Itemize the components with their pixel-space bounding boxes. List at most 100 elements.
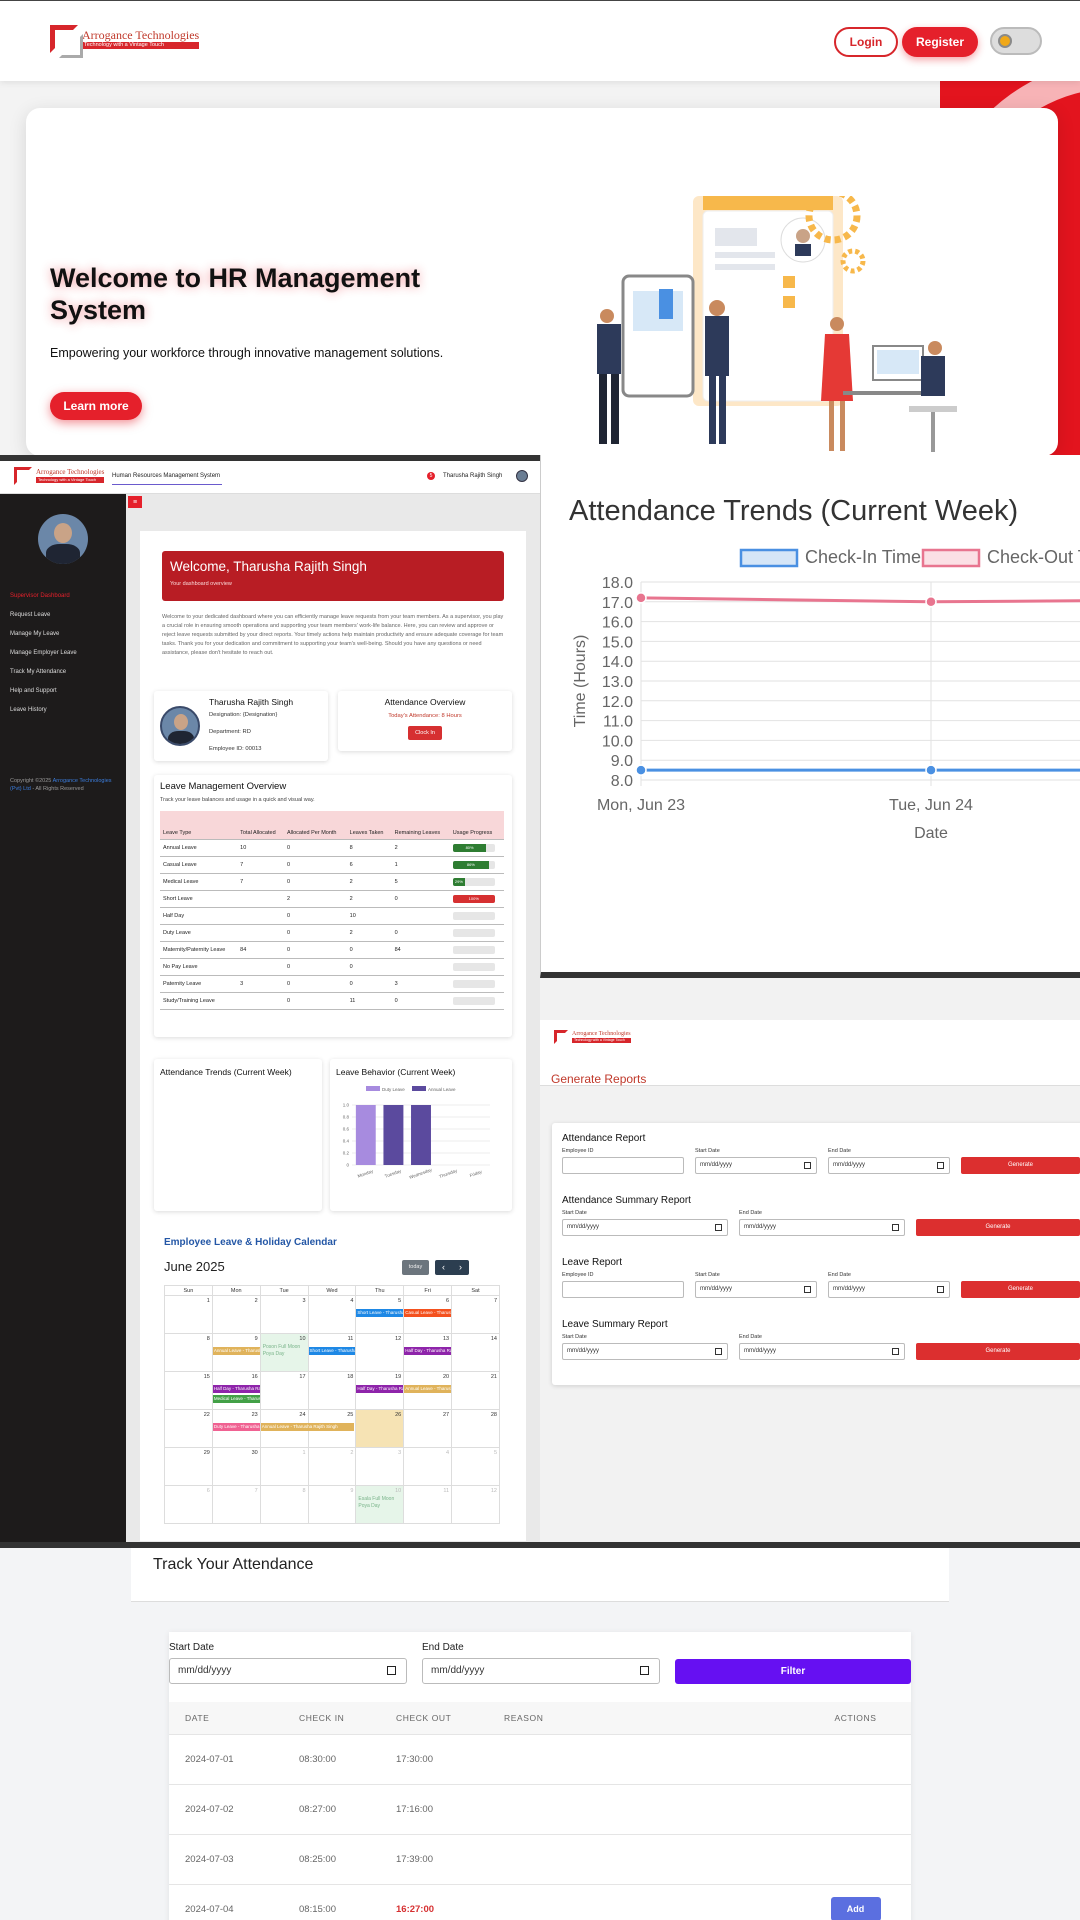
calendar-day[interactable]: 8 xyxy=(164,1333,213,1372)
employee-id-input[interactable] xyxy=(562,1281,684,1298)
data-point[interactable] xyxy=(925,596,937,608)
calendar-day[interactable]: 27 xyxy=(403,1409,453,1448)
calendar-day[interactable]: 7 xyxy=(211,1485,261,1524)
calendar-next-button[interactable]: › xyxy=(452,1260,469,1275)
calendar-day[interactable]: 12 xyxy=(355,1333,405,1372)
brand-logo[interactable]: Arrogance Technologies Technology with a… xyxy=(50,25,200,58)
theme-toggle[interactable] xyxy=(990,27,1042,55)
calendar-icon[interactable] xyxy=(804,1286,811,1293)
date-input[interactable]: mm/dd/yyyy xyxy=(828,1281,950,1298)
calendar-day[interactable]: 6 Casual Leave - Tharusha Rajith Singh xyxy=(403,1295,453,1334)
calendar-day[interactable]: 4 xyxy=(307,1295,357,1334)
calendar-leave-event[interactable]: Annual Leave - Tharusha Rajith Singh xyxy=(404,1385,452,1393)
calendar-day[interactable]: 6 xyxy=(164,1485,213,1524)
calendar-day[interactable]: 10 Esala Full Moon Poya Day xyxy=(355,1485,405,1524)
end-date-input[interactable]: mm/dd/yyyy xyxy=(422,1658,660,1684)
filter-button[interactable]: Filter xyxy=(675,1659,911,1684)
calendar-day[interactable]: 20 Annual Leave - Tharusha Rajith Singh xyxy=(403,1371,453,1410)
employee-id-input[interactable] xyxy=(562,1157,684,1174)
calendar-day[interactable]: 5 Short Leave - Tharusha Rajith Singh xyxy=(355,1295,405,1334)
date-input[interactable]: mm/dd/yyyy xyxy=(562,1219,728,1236)
calendar-icon[interactable] xyxy=(937,1162,944,1169)
calendar-day[interactable]: 17 xyxy=(259,1371,309,1410)
date-input[interactable]: mm/dd/yyyy xyxy=(828,1157,950,1174)
add-reason-button[interactable]: Add xyxy=(830,1897,881,1920)
sidebar-item-leave-history[interactable]: Leave History xyxy=(10,707,77,726)
calendar-icon[interactable] xyxy=(937,1286,944,1293)
calendar-leave-event[interactable]: Annual Leave - Tharusha Rajith Singh xyxy=(260,1423,355,1431)
calendar-day[interactable]: 21 xyxy=(451,1371,500,1410)
calendar-day[interactable]: 23 Duty Leave - Tharusha Rajith Singh xyxy=(211,1409,261,1448)
sidebar-item-track-my-attendance[interactable]: Track My Attendance xyxy=(10,669,77,688)
calendar-day[interactable]: 16 Half Day - Tharusha Rajith Singh Medica… xyxy=(211,1371,261,1410)
sidebar-item-help-and-support[interactable]: Help and Support xyxy=(10,688,77,707)
calendar-leave-event[interactable]: Annual Leave - Tharusha Rajith Singh xyxy=(212,1347,260,1355)
calendar-leave-event[interactable]: Medical Leave - Tharusha Rajith Singh xyxy=(212,1395,260,1403)
calendar-day[interactable]: 13 Half Day - Tharusha Rajith Singh xyxy=(403,1333,453,1372)
calendar-day[interactable]: 2 xyxy=(307,1447,357,1486)
generate-button[interactable]: Generate xyxy=(916,1343,1080,1360)
notification-badge[interactable]: 5 xyxy=(427,472,435,480)
calendar-day[interactable]: 30 xyxy=(211,1447,261,1486)
calendar-leave-event[interactable]: Short Leave - Tharusha Rajith Singh xyxy=(308,1347,356,1355)
calendar-day[interactable]: 12 xyxy=(451,1485,500,1524)
clock-in-button[interactable]: Clock In xyxy=(408,726,442,740)
generate-button[interactable]: Generate xyxy=(961,1157,1080,1174)
header-user-name[interactable]: Tharusha Rajith Singh xyxy=(443,473,502,479)
hamburger-menu-icon[interactable]: ≡ xyxy=(128,496,142,508)
calendar-day[interactable]: 18 xyxy=(307,1371,357,1410)
calendar-day[interactable]: 11 Short Leave - Tharusha Rajith Singh xyxy=(307,1333,357,1372)
calendar-icon[interactable] xyxy=(804,1162,811,1169)
sidebar-item-manage-employer-leave[interactable]: Manage Employer Leave xyxy=(10,650,77,669)
data-point[interactable] xyxy=(635,592,647,604)
date-input[interactable]: mm/dd/yyyy xyxy=(562,1343,728,1360)
calendar-day[interactable]: 28 xyxy=(451,1409,500,1448)
calendar-leave-event[interactable]: Half Day - Tharusha Rajith Singh xyxy=(404,1347,452,1355)
sidebar-item-manage-my-leave[interactable]: Manage My Leave xyxy=(10,631,77,650)
calendar-day[interactable]: 9 Annual Leave - Tharusha Rajith Singh xyxy=(211,1333,261,1372)
calendar-prev-button[interactable]: ‹ xyxy=(435,1260,452,1275)
data-point[interactable] xyxy=(925,764,937,776)
brand-logo-small[interactable]: Arrogance Technologies Technology with a… xyxy=(14,467,105,485)
calendar-icon[interactable] xyxy=(640,1666,649,1675)
calendar-day[interactable]: 14 xyxy=(451,1333,500,1372)
calendar-day[interactable]: 3 xyxy=(355,1447,405,1486)
calendar-day[interactable]: 29 xyxy=(164,1447,213,1486)
generate-button[interactable]: Generate xyxy=(916,1219,1080,1236)
calendar-leave-event[interactable]: Half Day - Tharusha Rajith Singh xyxy=(212,1385,260,1393)
calendar-leave-event[interactable]: Duty Leave - Tharusha Rajith Singh xyxy=(212,1423,260,1431)
start-date-input[interactable]: mm/dd/yyyy xyxy=(169,1658,407,1684)
calendar-day[interactable]: 22 xyxy=(164,1409,213,1448)
sidebar-item-supervisor-dashboard[interactable]: Supervisor Dashboard xyxy=(10,593,77,612)
calendar-day[interactable]: 11 xyxy=(403,1485,453,1524)
sidebar-item-request-leave[interactable]: Request Leave xyxy=(10,612,77,631)
date-input[interactable]: mm/dd/yyyy xyxy=(695,1157,817,1174)
calendar-icon[interactable] xyxy=(387,1666,396,1675)
register-button[interactable]: Register xyxy=(902,27,978,57)
calendar-today-button[interactable]: today xyxy=(402,1260,429,1275)
calendar-leave-event[interactable]: Short Leave - Tharusha Rajith Singh xyxy=(356,1309,404,1317)
calendar-day[interactable]: 15 xyxy=(164,1371,213,1410)
calendar-day[interactable]: 26 xyxy=(355,1409,405,1448)
header-avatar[interactable] xyxy=(516,470,528,482)
calendar-day[interactable]: 1 xyxy=(259,1447,309,1486)
login-button[interactable]: Login xyxy=(834,27,898,57)
date-input[interactable]: mm/dd/yyyy xyxy=(739,1219,905,1236)
brand-logo-small[interactable]: Arrogance Technologies Technology with a… xyxy=(554,1030,631,1044)
calendar-day[interactable]: 19 Half Day - Tharusha Rajith Singh xyxy=(355,1371,405,1410)
date-input[interactable]: mm/dd/yyyy xyxy=(695,1281,817,1298)
calendar-day[interactable]: 4 xyxy=(403,1447,453,1486)
generate-button[interactable]: Generate xyxy=(961,1281,1080,1298)
data-point[interactable] xyxy=(635,764,647,776)
calendar-day[interactable]: 9 xyxy=(307,1485,357,1524)
learn-more-button[interactable]: Learn more xyxy=(50,392,142,420)
calendar-leave-event[interactable]: Casual Leave - Tharusha Rajith Singh xyxy=(404,1309,452,1317)
calendar-icon[interactable] xyxy=(892,1348,899,1355)
calendar-day[interactable]: 24 Annual Leave - Tharusha Rajith Singh xyxy=(259,1409,355,1448)
calendar-day[interactable]: 1 xyxy=(164,1295,213,1334)
calendar-icon[interactable] xyxy=(715,1224,722,1231)
calendar-day[interactable]: 10 Poson Full Moon Poya Day xyxy=(259,1333,309,1372)
calendar-day[interactable]: 3 xyxy=(259,1295,309,1334)
calendar-day[interactable]: 7 xyxy=(451,1295,500,1334)
calendar-icon[interactable] xyxy=(892,1224,899,1231)
